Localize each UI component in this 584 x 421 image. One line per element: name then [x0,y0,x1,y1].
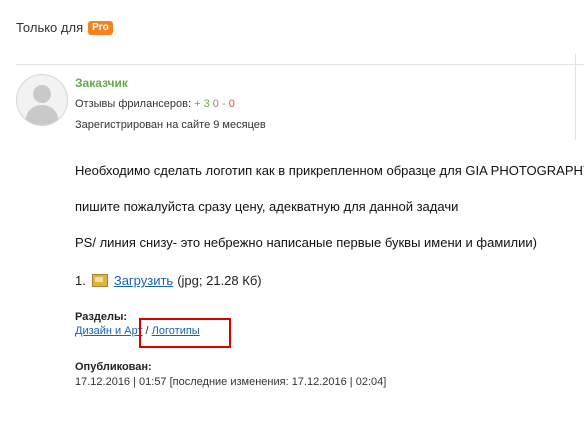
reviews-line: Отзывы фрилансеров: + 3 0 - 0 [75,98,235,110]
highlight-box [139,318,231,348]
top-line: Только для Pro [16,20,113,35]
reviews-positive[interactable]: + 3 [194,98,210,110]
pro-badge[interactable]: Pro [88,20,113,35]
user-silhouette-icon [25,85,59,125]
customer-name[interactable]: Заказчик [75,76,128,90]
reviews-negative[interactable]: 0 [229,98,235,110]
image-file-icon [91,274,108,287]
side-divider [575,54,576,140]
divider [16,64,584,65]
description-line-3: PS/ линия снизу- это небрежно написаные … [75,235,537,250]
description-line-2: пишите пожалуйста сразу цену, адекватную… [75,199,459,214]
attachment-index: 1. [75,273,86,288]
attachment-row: 1. Загрузить (jpg; 21.28 Кб) [75,273,262,288]
reviews-neutral[interactable]: 0 [213,98,219,110]
avatar[interactable] [16,74,68,126]
category-link[interactable]: Дизайн и Арт [75,325,142,337]
published-title: Опубликован: [75,361,152,373]
sections-title: Разделы: [75,311,128,323]
download-link[interactable]: Загрузить [114,273,173,288]
published-date: 17.12.2016 | 01:57 [последние изменения:… [75,376,387,388]
description-line-1: Необходимо сделать логотип как в прикреп… [75,163,584,178]
attachment-info: (jpg; 21.28 Кб) [177,273,262,288]
registered-info: Зарегистрирован на сайте 9 месяцев [75,119,266,131]
reviews-label: Отзывы фрилансеров: [75,98,192,110]
reviews-separator: - [221,98,226,110]
only-for-label: Только для [16,20,84,35]
